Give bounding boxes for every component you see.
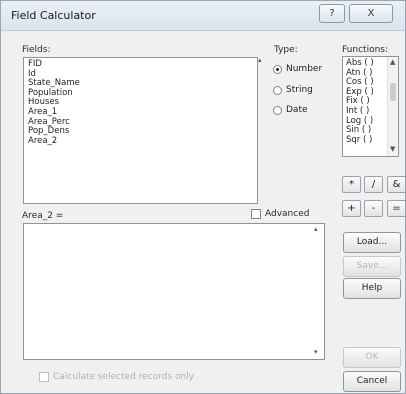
- window-title: Field Calculator: [11, 9, 96, 22]
- equals-button[interactable]: =: [387, 200, 406, 217]
- radio-icon: [273, 86, 282, 95]
- type-label: Type:: [274, 45, 298, 55]
- field-item[interactable]: Houses: [28, 98, 253, 108]
- radio-selected-icon: [273, 65, 282, 74]
- functions-label: Functions:: [342, 45, 389, 55]
- type-date-radio[interactable]: Date: [273, 105, 333, 117]
- field-item[interactable]: Pop_Dens: [28, 127, 253, 137]
- type-number-radio[interactable]: Number: [273, 64, 333, 76]
- save-button[interactable]: Save...: [343, 256, 401, 277]
- expression-label: Area_2 =: [22, 211, 64, 221]
- minus-button[interactable]: -: [364, 200, 383, 217]
- field-item[interactable]: Population: [28, 88, 253, 99]
- load-button[interactable]: Load...: [343, 232, 401, 253]
- calc-selected-label: Calculate selected records only: [53, 372, 195, 382]
- scroll-thumb[interactable]: [390, 83, 396, 101]
- type-number-label: Number: [286, 64, 323, 74]
- functions-list[interactable]: Abs ( ) Atn ( ) Cos ( ) Exp ( ) Fix ( ) …: [342, 56, 399, 157]
- multiply-button[interactable]: *: [342, 176, 361, 193]
- scroll-up-icon[interactable]: ▲: [390, 58, 395, 68]
- type-string-radio[interactable]: String: [273, 85, 333, 97]
- title-bar: Field Calculator ? X: [1, 1, 405, 31]
- fields-label: Fields:: [22, 45, 51, 55]
- ok-button[interactable]: OK: [343, 347, 401, 368]
- expression-scroll-up-icon[interactable]: ▴: [314, 225, 318, 233]
- divide-button[interactable]: /: [364, 176, 383, 193]
- fields-scroll-up-icon[interactable]: ▴: [258, 56, 262, 64]
- close-icon[interactable]: X: [349, 4, 393, 23]
- field-item[interactable]: Area_2: [28, 136, 253, 147]
- scroll-down-icon[interactable]: ▼: [390, 145, 395, 155]
- help-button[interactable]: Help: [343, 278, 401, 299]
- cancel-button[interactable]: Cancel: [343, 371, 401, 392]
- ampersand-button[interactable]: &: [387, 176, 406, 193]
- expression-scroll-down-icon[interactable]: ▾: [314, 348, 318, 356]
- help-icon[interactable]: ?: [319, 4, 345, 23]
- field-calculator-dialog: Field Calculator ? X Fields: FID Id Stat…: [0, 0, 406, 394]
- calc-selected-checkbox[interactable]: Calculate selected records only: [39, 371, 219, 384]
- expression-input[interactable]: [23, 223, 325, 360]
- field-item[interactable]: FID: [28, 59, 253, 70]
- type-date-label: Date: [286, 105, 308, 115]
- advanced-checkbox[interactable]: Advanced: [251, 208, 326, 221]
- checkbox-icon: [251, 209, 261, 219]
- plus-button[interactable]: +: [342, 200, 361, 217]
- functions-scrollbar[interactable]: ▲ ▼: [387, 57, 398, 156]
- advanced-label: Advanced: [265, 209, 310, 219]
- fields-list[interactable]: FID Id State_Name Population Houses Area…: [23, 57, 258, 204]
- radio-icon: [273, 106, 282, 115]
- checkbox-icon: [39, 372, 49, 382]
- type-string-label: String: [286, 85, 313, 95]
